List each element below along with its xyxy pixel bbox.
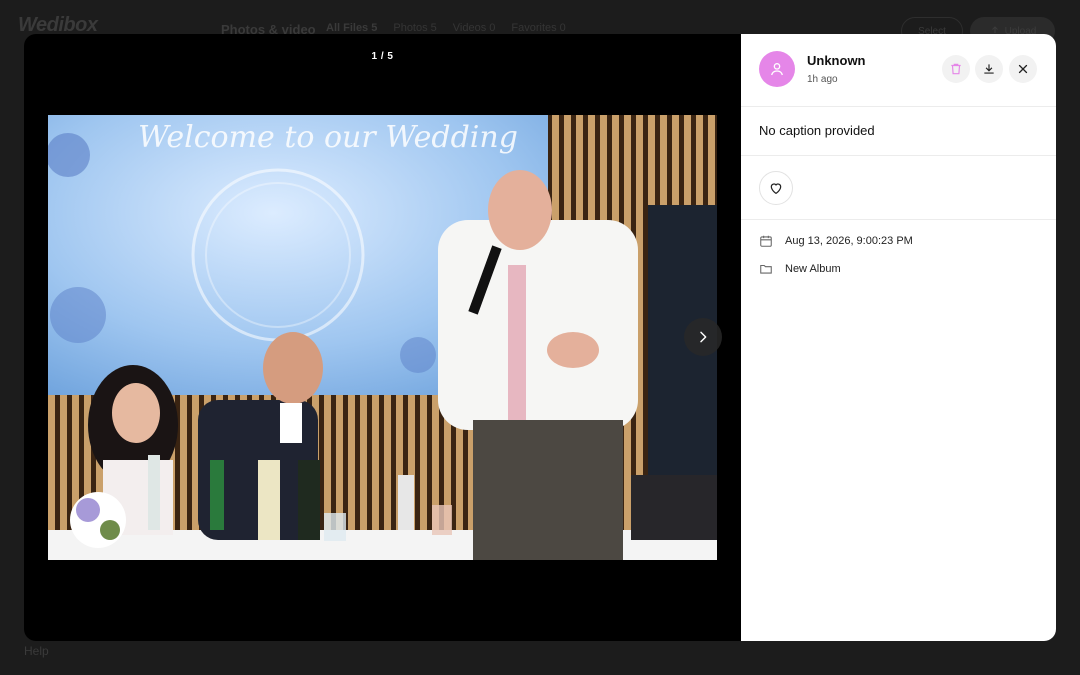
tab-photos[interactable]: Photos 5 xyxy=(393,22,436,34)
filter-tabs: All Files 5 Photos 5 Videos 0 Favorites … xyxy=(326,22,566,34)
media-caption: No caption provided xyxy=(759,123,875,138)
download-button[interactable] xyxy=(975,55,1003,83)
like-button[interactable] xyxy=(759,171,793,205)
tab-favorites[interactable]: Favorites 0 xyxy=(511,22,565,34)
date-row: Aug 13, 2026, 9:00:23 PM xyxy=(759,234,913,248)
media-details-panel: Unknown 1h ago No caption provided Aug 1… xyxy=(741,34,1056,641)
media-date: Aug 13, 2026, 9:00:23 PM xyxy=(785,235,913,247)
delete-button[interactable] xyxy=(942,55,970,83)
upload-time: 1h ago xyxy=(807,74,838,85)
folder-icon xyxy=(760,264,772,274)
calendar-icon xyxy=(760,235,772,247)
uploader-header: Unknown 1h ago xyxy=(741,34,1056,107)
close-button[interactable] xyxy=(1009,55,1037,83)
media-photo[interactable]: Welcome to our Wedding xyxy=(48,115,717,560)
reaction-section xyxy=(741,156,1056,220)
trash-icon xyxy=(951,63,961,75)
avatar xyxy=(759,51,795,87)
album-row: New Album xyxy=(759,262,841,276)
next-media-button[interactable] xyxy=(684,318,722,356)
uploader-name: Unknown xyxy=(807,53,866,68)
heart-icon xyxy=(770,183,782,195)
screen-text: Welcome to our Wedding xyxy=(138,120,518,155)
download-icon xyxy=(984,64,994,74)
media-viewer-modal: 1 / 5 Welcome to our Wedding Unknown 1h … xyxy=(24,34,1056,641)
media-viewer: 1 / 5 Welcome to our Wedding xyxy=(24,34,741,641)
media-counter: 1 / 5 xyxy=(371,51,394,62)
help-link[interactable]: Help xyxy=(24,644,49,658)
close-icon xyxy=(1018,64,1028,74)
tab-videos[interactable]: Videos 0 xyxy=(453,22,496,34)
album-name[interactable]: New Album xyxy=(785,263,841,275)
chevron-right-icon xyxy=(700,331,707,343)
user-icon xyxy=(771,62,783,76)
tab-all-files[interactable]: All Files 5 xyxy=(326,22,377,34)
